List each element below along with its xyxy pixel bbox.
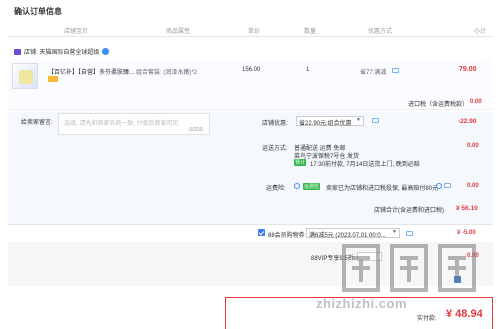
- header-promo: 优惠方式: [368, 29, 393, 35]
- redpacket-checkbox[interactable]: [258, 229, 265, 236]
- store-row: 店铺: 天猫国际自营全球超级: [14, 47, 110, 56]
- coupon-info-icon[interactable]: [372, 118, 379, 123]
- vip-checkbox[interactable]: [454, 276, 461, 283]
- insurance-checkbox[interactable]: [294, 183, 300, 189]
- vip-value: 0.00: [467, 253, 479, 259]
- header-goods-attr: 商品属性: [166, 29, 191, 35]
- shipping-estimate: 17:30前付款, 7月14日送货上门, 晚到必赔: [310, 162, 420, 168]
- product-tag-icon: [48, 76, 58, 82]
- shipping-label: 运送方式:: [262, 146, 288, 152]
- product-price: 156.00: [242, 67, 261, 73]
- tax-value: 0.00: [470, 99, 482, 105]
- vip-select[interactable]: [357, 252, 382, 261]
- chat-icon[interactable]: [102, 48, 110, 55]
- insurance-tag: 运费险: [303, 183, 321, 190]
- promo-info-icon[interactable]: [392, 68, 399, 73]
- redpacket-info-icon[interactable]: [406, 231, 413, 236]
- store-total-value: ¥ 56.10: [456, 205, 478, 212]
- header-qty: 数量: [304, 29, 317, 35]
- product-name[interactable]: 【百亿补】【自营】多芬柔肤臻...: [48, 67, 134, 76]
- redpacket-value: ¥ -5.00: [457, 230, 476, 236]
- insurance-text: 卖家已为店铺和进口税投保, 最高赔付80元: [326, 186, 439, 192]
- header-store-goods: 店铺宝贝: [64, 29, 89, 35]
- divider: [8, 224, 493, 225]
- shipping-estimate-tag: 预计: [294, 159, 307, 166]
- product-promo: 省77:满减: [360, 70, 387, 76]
- insurance-info-icon[interactable]: [444, 183, 451, 188]
- product-attr: 组合套装: (润泽水嫩)*2: [136, 70, 198, 76]
- coupon-label: 店铺优惠:: [262, 121, 288, 127]
- insurance-value: 0.00: [467, 183, 479, 189]
- coupon-selected: 省22.90元:组合优惠: [299, 121, 352, 127]
- redpacket-label: 88会员购物券: [268, 233, 305, 239]
- table-header: 店铺宝贝 商品属性 单价 数量 优惠方式 小计: [8, 23, 493, 37]
- message-char-count: 0/200: [189, 127, 203, 133]
- final-label: 实付款:: [417, 316, 437, 322]
- product-subtotal: 79.00: [459, 66, 477, 73]
- vip-label: 88VIP专享9.5折: [311, 256, 354, 262]
- final-value: ¥ 48.94: [446, 308, 483, 320]
- insurance-help-icon[interactable]: [436, 183, 442, 189]
- message-placeholder: 选填, 请先和商家协商一致, 付款后商家可见: [64, 121, 179, 127]
- tax-label: 进口税（含运费税款）: [408, 102, 469, 108]
- watermark-text: zhizhizhi.com: [316, 296, 407, 311]
- store-name[interactable]: 店铺: 天猫国际自营全球超级: [24, 47, 99, 56]
- header-price: 单价: [248, 29, 261, 35]
- page-title: 确认订单信息: [14, 7, 62, 16]
- store-icon: [14, 48, 21, 55]
- chevron-down-icon: ▼: [356, 117, 361, 123]
- vip-panel: [8, 242, 493, 286]
- store-total-label: 店铺合计(含运费和进口税): [374, 208, 444, 214]
- chevron-down-icon: ▼: [392, 229, 397, 235]
- product-qty: 1: [306, 67, 310, 73]
- header-subtotal: 小计: [474, 29, 487, 35]
- product-thumbnail[interactable]: [12, 63, 38, 89]
- insurance-label: 运费险:: [266, 186, 286, 192]
- coupon-value: -22.90: [458, 118, 477, 125]
- shipping-value: 0.00: [467, 143, 479, 149]
- redpacket-selected: 满6减5元 (2023.07.01 00:0...: [309, 233, 386, 239]
- message-label: 给卖家留言:: [21, 120, 53, 126]
